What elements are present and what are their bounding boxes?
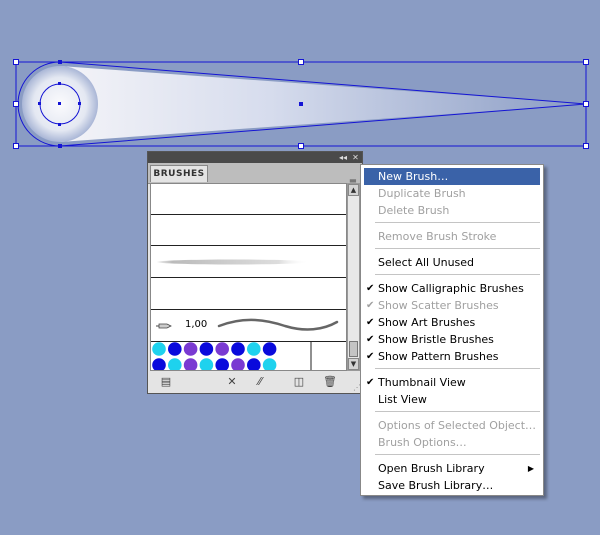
calligraphic-brush-thumbnail [151,278,346,309]
menu-item-show-calligraphic-brushes[interactable]: ✔ Show Calligraphic Brushes [364,280,540,297]
menu-item-label: Thumbnail View [378,376,466,389]
panel-tab-row: BRUSHES ≡ [148,163,362,188]
pattern-dot [215,342,229,356]
bristle-brush-icon [156,323,172,329]
menu-item-duplicate-brush: Duplicate Brush [364,185,540,202]
checkmark-icon: ✔ [366,351,375,362]
menu-item-new-brush[interactable]: New Brush… [364,168,540,185]
menu-item-label: Show Calligraphic Brushes [378,282,524,295]
menu-separator [375,274,540,275]
menu-separator [375,248,540,249]
menu-item-label: Show Pattern Brushes [378,350,499,363]
calligraphic-brush-thumbnail [151,184,346,214]
checkmark-icon: ✔ [366,300,375,311]
pattern-dot [183,358,198,370]
brush-list-scrollbar[interactable]: ▲ ▼ [347,183,360,371]
art-brush-thumbnail [157,259,309,265]
menu-item-show-pattern-brushes[interactable]: ✔ Show Pattern Brushes [364,348,540,365]
brush-row-pattern[interactable] [151,342,346,370]
pattern-dot [152,358,166,370]
pattern-dot [183,342,198,356]
scroll-down-arrow-icon[interactable]: ▼ [348,358,359,370]
menu-item-label: Remove Brush Stroke [378,230,497,243]
scroll-thumb[interactable] [349,341,358,357]
menu-item-label: Show Art Brushes [378,316,476,329]
brush-row-art-gradient[interactable] [151,246,346,278]
menu-item-label: List View [378,393,427,406]
menu-separator [375,368,540,369]
menu-item-show-scatter-brushes: ✔ Show Scatter Brushes [364,297,540,314]
menu-item-save-brush-library[interactable]: Save Brush Library… [364,477,540,494]
brush-row-calligraphic-1[interactable] [151,184,346,215]
brush-list: 1,00 [150,183,347,371]
menu-item-brush-options: Brush Options… [364,434,540,451]
scroll-up-arrow-icon[interactable]: ▲ [348,184,359,196]
delete-brush-trash-icon[interactable]: 🗑 [322,375,338,389]
collapse-panel-icon[interactable]: ◂◂ [337,152,349,163]
menu-item-delete-brush: Delete Brush [364,202,540,219]
menu-item-thumbnail-view[interactable]: ✔ Thumbnail View [364,374,540,391]
checkmark-icon: ✔ [366,377,375,388]
menu-item-label: Select All Unused [378,256,475,269]
panel-bottom-toolbar: ▤ ✕ ⁄⁄ ◫ 🗑 ⋰ [148,371,362,393]
brush-row-calligraphic-3[interactable] [151,278,346,310]
menu-item-label: Options of Selected Object… [378,419,537,432]
brush-row-bristle[interactable]: 1,00 [151,310,346,342]
pattern-brush-thumbnail [152,342,312,370]
menu-item-remove-brush-stroke: Remove Brush Stroke [364,228,540,245]
checkmark-icon: ✔ [366,334,375,345]
brush-row-calligraphic-2[interactable] [151,215,346,246]
menu-item-label: New Brush… [378,170,449,183]
menu-item-label: Save Brush Library… [378,479,494,492]
pattern-dot [231,342,245,356]
menu-item-show-art-brushes[interactable]: ✔ Show Art Brushes [364,314,540,331]
menu-item-open-brush-library[interactable]: Open Brush Library ▶ [364,460,540,477]
menu-item-label: Open Brush Library [378,462,485,475]
submenu-arrow-icon: ▶ [527,464,534,473]
close-panel-icon[interactable]: ✕ [350,152,361,163]
brushes-panel-menu: New Brush… Duplicate Brush Delete Brush Rem… [360,164,544,496]
menu-item-label: Duplicate Brush [378,187,466,200]
brushes-panel: ◂◂ ✕ BRUSHES ≡ 1,00 [147,151,363,394]
pattern-dot [168,358,182,370]
bristle-brush-stroke-preview [217,318,339,331]
menu-item-show-bristle-brushes[interactable]: ✔ Show Bristle Brushes [364,331,540,348]
menu-separator [375,222,540,223]
pattern-dot [168,342,182,356]
pattern-dot [199,342,214,356]
tab-brushes[interactable]: BRUSHES [150,165,208,182]
pattern-dot [199,358,214,370]
panel-title-bar[interactable]: ◂◂ ✕ [148,152,362,163]
pattern-dot [215,358,229,370]
pattern-dot [152,342,166,356]
new-brush-icon[interactable]: ◫ [291,375,307,389]
pattern-dot [262,342,277,356]
checkmark-icon: ✔ [366,283,375,294]
menu-item-options-of-selected-object: Options of Selected Object… [364,417,540,434]
menu-item-list-view[interactable]: List View [364,391,540,408]
menu-separator [375,454,540,455]
pattern-dot [262,358,277,370]
menu-item-label: Show Bristle Brushes [378,333,494,346]
pattern-dot [247,358,261,370]
checkmark-icon: ✔ [366,317,375,328]
menu-item-label: Delete Brush [378,204,450,217]
remove-brush-stroke-icon[interactable]: ✕ [224,375,240,389]
pattern-dot [247,342,261,356]
brush-libraries-menu-icon[interactable]: ▤ [158,375,174,389]
pattern-dot [231,358,245,370]
options-selected-object-icon[interactable]: ⁄⁄ [252,375,268,389]
menu-item-label: Show Scatter Brushes [378,299,499,312]
menu-separator [375,411,540,412]
menu-item-select-all-unused[interactable]: Select All Unused [364,254,540,271]
calligraphic-brush-thumbnail [151,215,346,245]
menu-item-label: Brush Options… [378,436,467,449]
bristle-brush-size-label: 1,00 [185,319,208,330]
